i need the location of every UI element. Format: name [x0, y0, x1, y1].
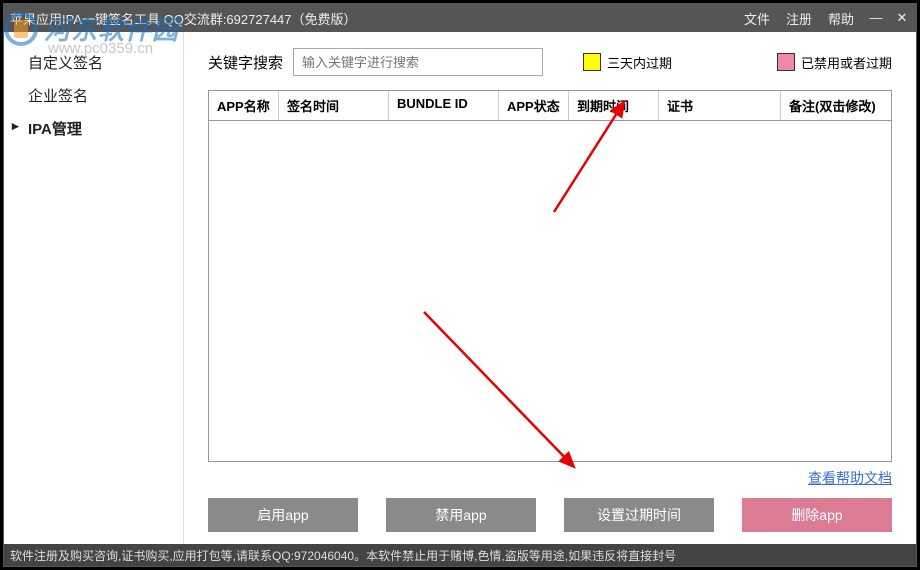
window-controls: — ✕ [868, 10, 910, 26]
col-app-name[interactable]: APP名称 [209, 91, 279, 120]
col-remark[interactable]: 备注(双击修改) [781, 91, 891, 120]
menu-register[interactable]: 注册 [786, 9, 812, 28]
col-expire-time[interactable]: 到期时间 [569, 91, 659, 120]
sidebar-item-custom-sign[interactable]: 自定义签名 [4, 46, 183, 79]
titlebar: 苹果应用IPA一键签名工具 QQ交流群:692727447（免费版） 文件 注册… [4, 4, 916, 32]
help-link[interactable]: 查看帮助文档 [808, 470, 892, 486]
sidebar: 自定义签名 企业签名 IPA管理 [4, 32, 184, 544]
sidebar-item-enterprise-sign[interactable]: 企业签名 [4, 79, 183, 112]
footer-text: 软件注册及购买咨询,证书购买,应用打包等,请联系QQ:972046040。本软件… [10, 547, 676, 564]
main-panel: 关键字搜索 三天内过期 已禁用或者过期 APP名称 签名时间 BUNDLE ID [184, 32, 916, 544]
table-header: APP名称 签名时间 BUNDLE ID APP状态 到期时间 证书 备注(双击… [209, 91, 891, 121]
legend-expiring-label: 三天内过期 [607, 53, 672, 72]
menu-bar: 文件 注册 帮助 [744, 9, 854, 28]
delete-app-button[interactable]: 删除app [742, 498, 892, 532]
legend-disabled: 已禁用或者过期 [777, 53, 892, 72]
app-table: APP名称 签名时间 BUNDLE ID APP状态 到期时间 证书 备注(双击… [208, 90, 892, 462]
col-bundle-id[interactable]: BUNDLE ID [389, 91, 499, 120]
search-label: 关键字搜索 [208, 52, 283, 73]
col-sign-time[interactable]: 签名时间 [279, 91, 389, 120]
search-input[interactable] [293, 48, 543, 76]
minimize-icon[interactable]: — [868, 10, 884, 26]
enable-app-button[interactable]: 启用app [208, 498, 358, 532]
swatch-disabled [777, 53, 795, 71]
swatch-expiring [583, 53, 601, 71]
status-bar: 软件注册及购买咨询,证书购买,应用打包等,请联系QQ:972046040。本软件… [4, 544, 916, 566]
menu-help[interactable]: 帮助 [828, 9, 854, 28]
button-row: 启用app 禁用app 设置过期时间 删除app [208, 494, 892, 532]
help-row: 查看帮助文档 [208, 462, 892, 494]
table-body[interactable] [209, 121, 891, 461]
legend-expiring: 三天内过期 [583, 53, 672, 72]
disable-app-button[interactable]: 禁用app [386, 498, 536, 532]
window-title: 苹果应用IPA一键签名工具 QQ交流群:692727447（免费版） [10, 9, 744, 28]
search-row: 关键字搜索 三天内过期 已禁用或者过期 [208, 48, 892, 76]
legend-disabled-label: 已禁用或者过期 [801, 53, 892, 72]
sidebar-item-ipa-manage[interactable]: IPA管理 [4, 112, 183, 145]
close-icon[interactable]: ✕ [894, 10, 910, 26]
col-cert[interactable]: 证书 [659, 91, 781, 120]
col-app-status[interactable]: APP状态 [499, 91, 569, 120]
set-expire-button[interactable]: 设置过期时间 [564, 498, 714, 532]
menu-file[interactable]: 文件 [744, 9, 770, 28]
